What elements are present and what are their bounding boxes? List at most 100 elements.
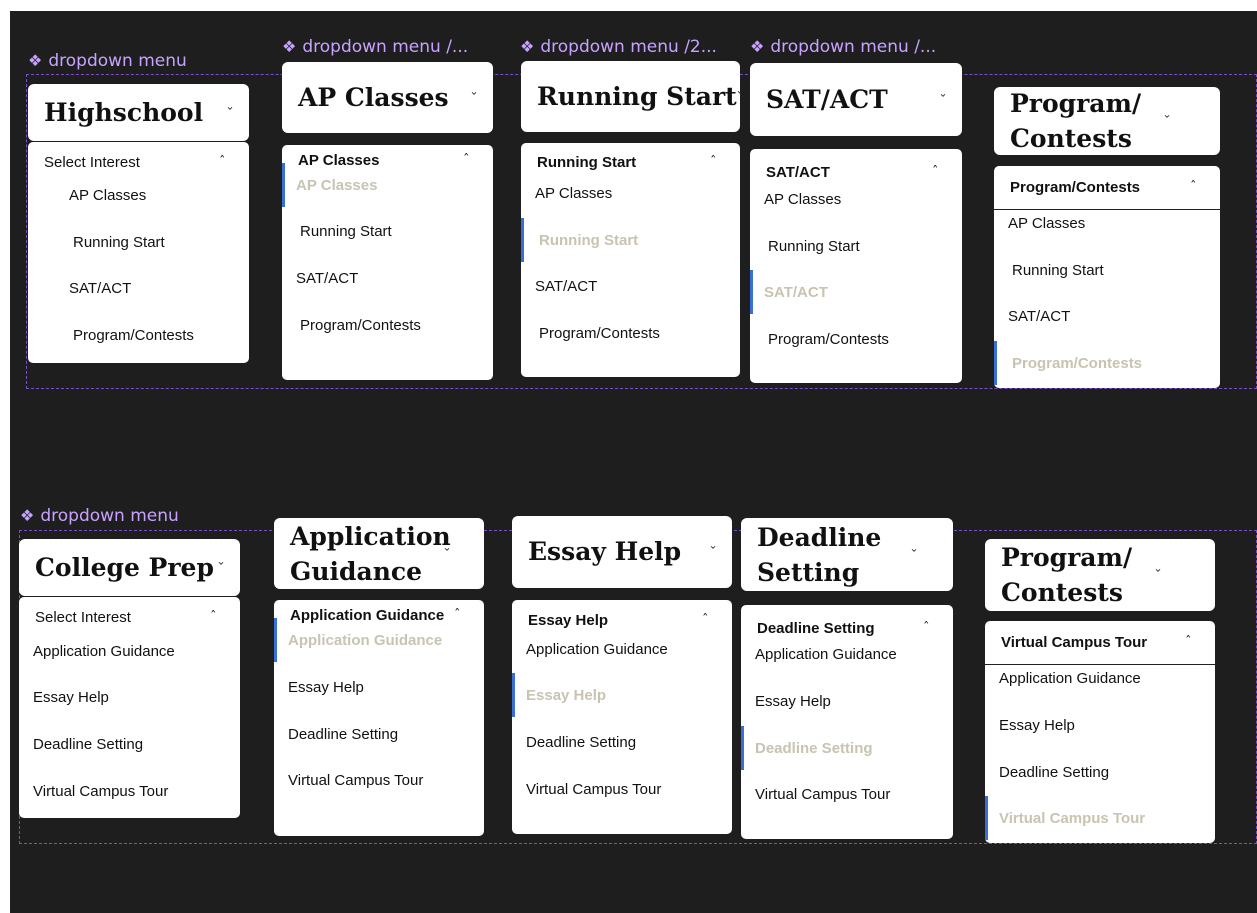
dropdown-trigger[interactable]: Running Start ˇ bbox=[521, 61, 744, 132]
dropdown-option-label: Program/Contests bbox=[1012, 354, 1143, 372]
dropdown-option[interactable]: AP Classes bbox=[28, 180, 249, 210]
dropdown-option[interactable]: SAT/ACT bbox=[750, 270, 962, 314]
dropdown-option[interactable]: Deadline Setting bbox=[274, 719, 484, 749]
dropdown-trigger[interactable]: College Prep ˇ bbox=[19, 539, 240, 596]
dropdown-option[interactable]: Running Start bbox=[521, 218, 740, 262]
dropdown-trigger[interactable]: Application Guidance ˇ bbox=[274, 518, 484, 589]
dropdown-trigger[interactable]: Deadline Setting ˇ bbox=[741, 518, 953, 591]
dropdown-panel-header[interactable]: Select Interest ˆ bbox=[19, 597, 240, 637]
dropdown-option[interactable]: Running Start bbox=[28, 227, 249, 257]
dropdown-option[interactable]: Essay Help bbox=[985, 710, 1215, 740]
dropdown-trigger[interactable]: SAT/ACT ˇ bbox=[750, 63, 962, 136]
component-diamond-icon: ❖ bbox=[520, 37, 535, 56]
dropdown-option[interactable]: AP Classes bbox=[282, 163, 493, 207]
dropdown-option[interactable]: Program/Contests bbox=[994, 341, 1220, 385]
dropdown-selected-value: Select Interest bbox=[35, 608, 131, 626]
dropdown-option-label: Application Guidance bbox=[755, 645, 897, 663]
selected-indicator bbox=[274, 618, 277, 662]
dropdown-option[interactable]: Program/Contests bbox=[28, 320, 249, 350]
chevron-down-icon: ˇ bbox=[939, 92, 947, 107]
dropdown-option-label: Program/Contests bbox=[539, 324, 660, 342]
dropdown-option[interactable]: Deadline Setting bbox=[512, 727, 732, 757]
dropdown-selected-value: AP Classes bbox=[298, 151, 380, 169]
chevron-up-icon: ˆ bbox=[702, 612, 709, 628]
dropdown-option-label: Deadline Setting bbox=[999, 763, 1110, 781]
dropdown-option-label: Essay Help bbox=[288, 678, 364, 696]
dropdown-option[interactable]: Application Guidance bbox=[985, 663, 1215, 693]
dropdown-trigger[interactable]: Program/ Contests ˇ bbox=[994, 87, 1220, 155]
dropdown-option[interactable]: Application Guidance bbox=[19, 636, 240, 666]
selected-indicator bbox=[985, 796, 988, 840]
dropdown-option-label: Application Guidance bbox=[288, 631, 443, 649]
dropdown-panel-header[interactable]: Select Interest ˆ bbox=[28, 142, 249, 182]
dropdown-trigger[interactable]: Essay Help ˇ bbox=[512, 516, 732, 588]
chevron-up-icon: ˆ bbox=[710, 154, 717, 170]
dropdown-option[interactable]: Virtual Campus Tour bbox=[741, 779, 953, 809]
dropdown-option[interactable]: SAT/ACT bbox=[28, 273, 249, 303]
dropdown-panel-header[interactable]: Virtual Campus Tour ˆ bbox=[985, 621, 1215, 665]
chevron-up-icon: ˆ bbox=[932, 164, 939, 180]
dropdown-option-label: Program/Contests bbox=[300, 316, 421, 334]
dropdown-option[interactable]: SAT/ACT bbox=[282, 263, 493, 293]
dropdown-option[interactable]: Program/Contests bbox=[750, 324, 962, 354]
dropdown-option[interactable]: Running Start bbox=[994, 255, 1220, 285]
dropdown-trigger[interactable]: AP Classes ˇ bbox=[282, 62, 493, 133]
dropdown-option[interactable]: AP Classes bbox=[521, 178, 740, 208]
dropdown-selected-value: Virtual Campus Tour bbox=[1001, 634, 1148, 651]
dropdown-option[interactable]: Virtual Campus Tour bbox=[19, 776, 240, 806]
dropdown-panel: Program/Contests ˆ AP Classes Running Start… bbox=[994, 166, 1220, 388]
dropdown-option[interactable]: Essay Help bbox=[274, 672, 484, 702]
dropdown-option[interactable]: Application Guidance bbox=[741, 639, 953, 669]
dropdown-option-label: Deadline Setting bbox=[288, 725, 399, 743]
dropdown-trigger-label: Essay Help bbox=[528, 537, 682, 566]
chevron-down-icon: ˇ bbox=[1154, 568, 1162, 582]
chevron-up-icon: ˆ bbox=[1190, 180, 1197, 195]
selected-indicator bbox=[994, 341, 997, 385]
component-label-text: dropdown menu /... bbox=[302, 37, 469, 57]
dropdown-panel: Essay Help ˆ Application Guidance Essay Hel… bbox=[512, 600, 732, 834]
dropdown-option[interactable]: Application Guidance bbox=[512, 634, 732, 664]
dropdown-option[interactable]: Running Start bbox=[282, 216, 493, 246]
chevron-up-icon: ˆ bbox=[463, 152, 470, 168]
dropdown-option[interactable]: AP Classes bbox=[750, 184, 962, 214]
dropdown-panel-header[interactable]: Program/Contests ˆ bbox=[994, 166, 1220, 210]
design-canvas: ❖ dropdown menu ❖ dropdown menu /... ❖ dropdo… bbox=[10, 11, 1257, 913]
dropdown-option[interactable]: SAT/ACT bbox=[521, 271, 740, 301]
dropdown-option-label: AP Classes bbox=[296, 176, 378, 194]
component-diamond-icon: ❖ bbox=[20, 506, 35, 525]
dropdown-option-label: Application Guidance bbox=[999, 669, 1141, 687]
dropdown-trigger-label: Deadline Setting bbox=[757, 522, 882, 587]
dropdown-option[interactable]: Virtual Campus Tour bbox=[274, 765, 484, 795]
dropdown-panel: Select Interest ˆ AP Classes Running Start S… bbox=[28, 142, 249, 363]
dropdown-option[interactable]: SAT/ACT bbox=[994, 301, 1220, 331]
dropdown-trigger-label: SAT/ACT bbox=[766, 84, 888, 114]
dropdown-option[interactable]: Program/Contests bbox=[521, 318, 740, 348]
dropdown-trigger[interactable]: Program/ Contests ˇ bbox=[985, 539, 1215, 611]
dropdown-option-label: Essay Help bbox=[755, 692, 831, 710]
dropdown-option-label: AP Classes bbox=[764, 190, 842, 208]
dropdown-option-label: SAT/ACT bbox=[1008, 307, 1071, 325]
chevron-down-icon: ˇ bbox=[443, 546, 451, 561]
dropdown-option[interactable]: Essay Help bbox=[19, 682, 240, 712]
dropdown-trigger-label: AP Classes bbox=[298, 82, 449, 112]
dropdown-option-label: Essay Help bbox=[999, 716, 1075, 734]
dropdown-option[interactable]: Essay Help bbox=[512, 673, 732, 717]
dropdown-option[interactable]: AP Classes bbox=[994, 208, 1220, 238]
dropdown-option[interactable]: Application Guidance bbox=[274, 618, 484, 662]
dropdown-option[interactable]: Virtual Campus Tour bbox=[512, 774, 732, 804]
dropdown-option[interactable]: Virtual Campus Tour bbox=[985, 796, 1215, 840]
dropdown-option[interactable]: Running Start bbox=[750, 231, 962, 261]
dropdown-option[interactable]: Essay Help bbox=[741, 686, 953, 716]
dropdown-option-label: Virtual Campus Tour bbox=[755, 785, 891, 803]
dropdown-panel-header[interactable]: Running Start ˆ bbox=[521, 143, 740, 181]
dropdown-option-label: Running Start bbox=[539, 231, 639, 249]
dropdown-option[interactable]: Program/Contests bbox=[282, 310, 493, 340]
dropdown-option-label: Program/Contests bbox=[768, 330, 889, 348]
dropdown-trigger[interactable]: Highschool ˇ bbox=[28, 84, 249, 141]
dropdown-option[interactable]: Deadline Setting bbox=[985, 757, 1215, 787]
dropdown-option[interactable]: Deadline Setting bbox=[741, 726, 953, 770]
dropdown-option[interactable]: Deadline Setting bbox=[19, 729, 240, 759]
dropdown-trigger-label: Running Start bbox=[537, 81, 737, 111]
dropdown-option-label: Running Start bbox=[73, 233, 165, 251]
dropdown-selected-value: Essay Help bbox=[528, 611, 609, 629]
